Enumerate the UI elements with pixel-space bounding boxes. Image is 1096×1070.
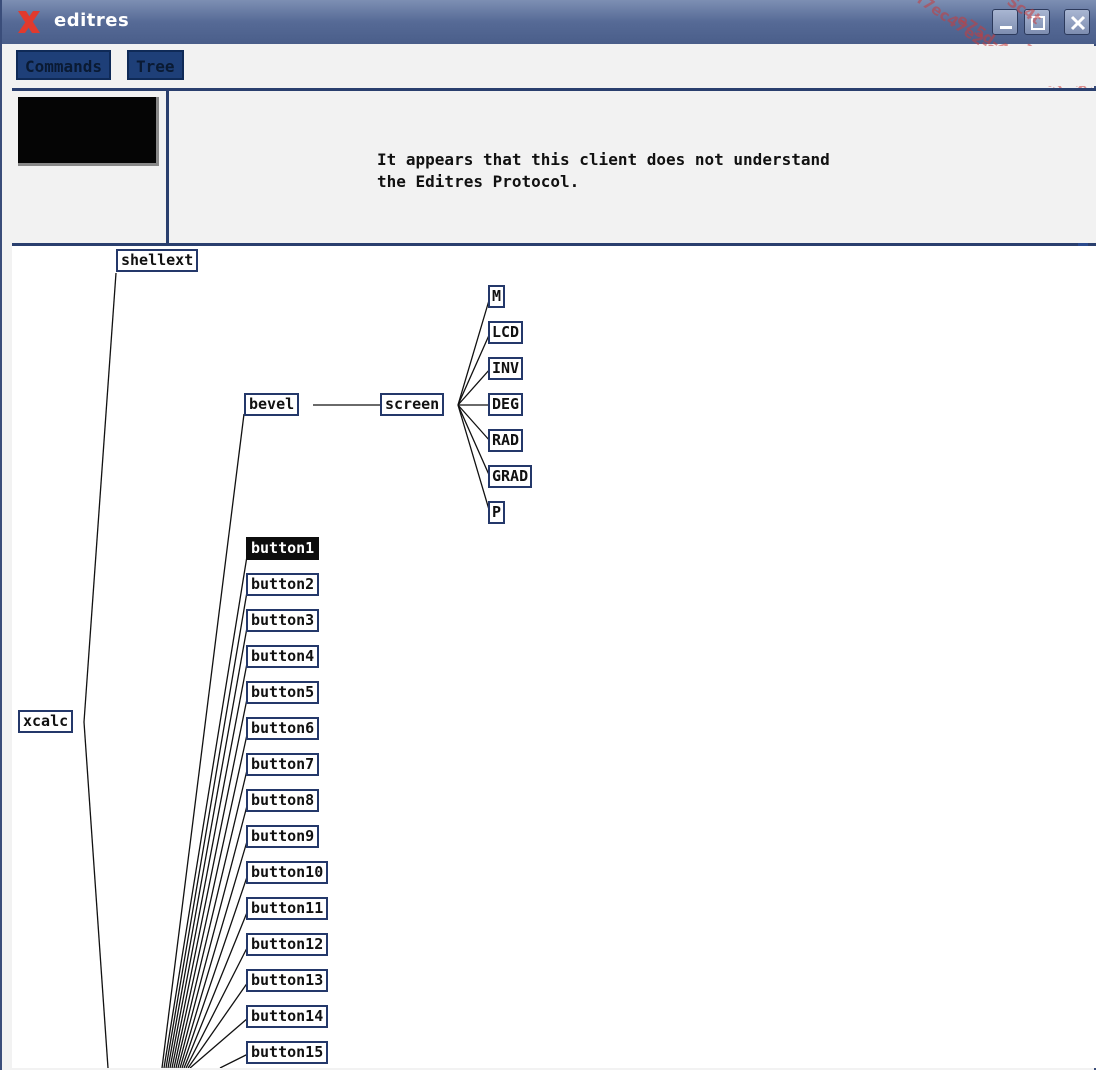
editres-window: editres f7ec47e2-e75d- Sc4t e75d-4846-a8… bbox=[0, 0, 1096, 1070]
tree-node-screen[interactable]: screen bbox=[380, 393, 445, 416]
tree-node-button[interactable]: button15 bbox=[246, 1041, 329, 1064]
tree-node-button[interactable]: button12 bbox=[246, 933, 329, 956]
tree-node-shellext[interactable]: shellext bbox=[116, 249, 199, 272]
tree-node-button[interactable]: button14 bbox=[246, 1005, 329, 1028]
tree-node-screen-child[interactable]: P bbox=[488, 501, 506, 524]
tree-node-button[interactable]: button13 bbox=[246, 969, 329, 992]
tree-node-button[interactable]: button8 bbox=[246, 789, 320, 812]
close-button[interactable] bbox=[1064, 9, 1090, 35]
x-logo-icon[interactable] bbox=[16, 9, 42, 35]
tree-connector-lines bbox=[83, 272, 491, 1068]
tree-menu-button[interactable]: Tree bbox=[127, 50, 184, 80]
tree-node-xcalc[interactable]: xcalc bbox=[18, 710, 74, 733]
window-title: editres bbox=[54, 10, 130, 31]
close-icon bbox=[1070, 15, 1086, 31]
minimize-icon bbox=[1000, 26, 1012, 29]
minimize-button[interactable] bbox=[992, 9, 1018, 35]
tree-node-button[interactable]: button6 bbox=[246, 717, 320, 740]
menu-bar: Commands Tree bbox=[12, 46, 1096, 86]
tree-node-button[interactable]: button4 bbox=[246, 645, 320, 668]
status-message: It appears that this client does not und… bbox=[377, 149, 830, 193]
tree-node-screen-child[interactable]: LCD bbox=[488, 321, 524, 344]
tree-node-button[interactable]: button2 bbox=[246, 573, 320, 596]
panel-divider bbox=[166, 91, 169, 243]
tree-node-button[interactable]: button5 bbox=[246, 681, 320, 704]
tree-node-button[interactable]: button7 bbox=[246, 753, 320, 776]
tree-node-bevel[interactable]: bevel bbox=[244, 393, 300, 416]
message-panel: It appears that this client does not und… bbox=[12, 88, 1096, 253]
tree-node-screen-child[interactable]: DEG bbox=[488, 393, 524, 416]
tree-node-button[interactable]: button10 bbox=[246, 861, 329, 884]
commands-menu-button[interactable]: Commands bbox=[16, 50, 112, 80]
tree-node-button[interactable]: button3 bbox=[246, 609, 320, 632]
client-preview-box bbox=[18, 97, 159, 166]
tree-node-screen-child[interactable]: M bbox=[488, 285, 506, 308]
tree-node-screen-child[interactable]: GRAD bbox=[488, 465, 533, 488]
tree-node-button-selected[interactable]: button1 bbox=[246, 537, 320, 560]
maximize-button[interactable] bbox=[1024, 9, 1050, 35]
tree-node-screen-child[interactable]: RAD bbox=[488, 429, 524, 452]
status-message-line1: It appears that this client does not und… bbox=[377, 150, 830, 169]
maximize-icon bbox=[1031, 16, 1045, 30]
tree-node-button[interactable]: button11 bbox=[246, 897, 329, 920]
widget-tree-canvas[interactable]: xcalc shellext bevel screen M LCD INV DE… bbox=[12, 246, 1096, 1068]
tree-node-screen-child[interactable]: INV bbox=[488, 357, 524, 380]
tree-node-button[interactable]: button9 bbox=[246, 825, 320, 848]
status-message-line2: the Editres Protocol. bbox=[377, 172, 580, 191]
title-bar[interactable]: editres bbox=[2, 0, 1096, 44]
